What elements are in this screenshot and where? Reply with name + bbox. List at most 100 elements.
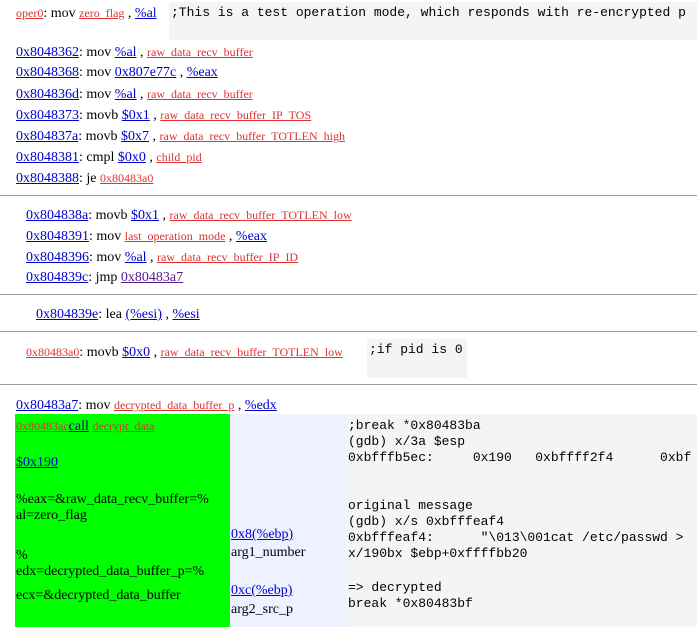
asm-line: 0x8048396: mov %al , raw_data_recv_buffe… xyxy=(26,250,299,265)
top-comment: ;This is a test operation mode, which re… xyxy=(169,2,697,40)
note1-line2: al=zero_flag xyxy=(16,508,87,523)
addr-link[interactable]: 0x8048388 xyxy=(16,171,79,186)
gdb-line: break *0x80483bf xyxy=(348,596,473,611)
arg1-link[interactable]: 0x807e77c xyxy=(115,65,176,80)
divider-1 xyxy=(0,195,697,196)
call-keyword-link[interactable]: call xyxy=(69,419,89,434)
arg2-link[interactable]: raw_data_recv_buffer_IP_ID xyxy=(157,250,298,264)
asm-line: 0x80483a0: movb $0x0 , raw_data_recv_buf… xyxy=(26,345,343,360)
call-target-link[interactable]: decrypt_data xyxy=(92,419,154,433)
opcode: lea xyxy=(105,307,122,322)
gdb-line: 0xbfffeaf4: "\013\001cat /etc/passwd > xyxy=(348,530,684,545)
arg2-link[interactable]: raw_data_recv_buffer xyxy=(147,45,253,59)
addr-link[interactable]: 0x804837a xyxy=(16,129,78,144)
arg1-link[interactable]: 0x80483a7 xyxy=(121,270,183,285)
addr-link[interactable]: 0x804839c xyxy=(26,270,88,285)
asm-line: 0x80483a7: mov decrypted_data_buffer_p ,… xyxy=(16,398,277,413)
addr-link[interactable]: 0x804838a xyxy=(26,208,88,223)
opcode: jmp xyxy=(95,270,118,285)
addr-link[interactable]: 0x804839e xyxy=(36,307,98,322)
note1-line1: %eax=&raw_data_recv_buffer=% xyxy=(16,492,209,507)
asm-line: 0x8048391: mov last_operation_mode , %ea… xyxy=(26,229,268,244)
top-arg2[interactable]: %al xyxy=(135,6,157,21)
arg2-link[interactable]: raw_data_recv_buffer xyxy=(147,87,253,101)
addr-link[interactable]: 0x8048362 xyxy=(16,45,79,60)
arg2-link[interactable]: raw_data_recv_buffer_TOTLEN_low xyxy=(170,208,352,222)
opcode: movb xyxy=(86,108,119,123)
addr-link[interactable]: 0x80483a0 xyxy=(26,345,79,359)
arg1-link[interactable]: last_operation_mode xyxy=(125,229,226,243)
opcode: mov xyxy=(96,229,122,244)
opcode: cmpl xyxy=(86,150,115,165)
addr-link[interactable]: 0x8048368 xyxy=(16,65,79,80)
arg1-link[interactable]: $0x1 xyxy=(131,208,159,223)
arg2-offset-line: 0xc(%ebp) xyxy=(231,582,292,600)
pid-comment: ;if pid is 0 xyxy=(367,339,467,378)
arg1-link[interactable]: 0x80483a0 xyxy=(100,171,153,185)
gdb-line: x/190bx $ebp+0xffffbb20 xyxy=(348,546,528,561)
divider-3 xyxy=(0,331,697,332)
arg1-offset-line: 0x8(%ebp) xyxy=(231,526,293,544)
opcode: je xyxy=(86,171,97,186)
arg2-link[interactable]: raw_data_recv_buffer_TOTLEN_high xyxy=(160,129,346,143)
note2-line1: % xyxy=(16,548,28,563)
asm-line: 0x804838a: movb $0x1 , raw_data_recv_buf… xyxy=(26,208,352,223)
note2-line3: ecx=&decrypted_data_buffer xyxy=(16,588,181,603)
asm-line: 0x804837a: movb $0x7 , raw_data_recv_buf… xyxy=(16,129,346,144)
size-link[interactable]: $0x190 xyxy=(16,455,58,470)
opcode: movb xyxy=(85,129,118,144)
top-arg1[interactable]: zero_flag xyxy=(79,6,124,20)
opcode: mov xyxy=(86,87,112,102)
arg2-link[interactable]: %eax xyxy=(236,229,267,244)
arg2-link[interactable]: %eax xyxy=(187,65,218,80)
addr-link[interactable]: 0x80483a7 xyxy=(16,398,78,413)
arg2-name: arg2_src_p xyxy=(231,602,293,617)
arg1-link[interactable]: $0x0 xyxy=(118,150,146,165)
addr-link[interactable]: 0x8048381 xyxy=(16,150,79,165)
divider-4 xyxy=(0,384,697,385)
arg2-link[interactable]: child_pid xyxy=(156,150,201,164)
asm-line: 0x8048373: movb $0x1 , raw_data_recv_buf… xyxy=(16,108,312,123)
arg1-link[interactable]: decrypted_data_buffer_p xyxy=(114,398,234,412)
arg1-link[interactable]: $0x7 xyxy=(121,129,149,144)
opcode: mov xyxy=(96,250,122,265)
addr-link[interactable]: 0x8048391 xyxy=(26,229,89,244)
arg2-link[interactable]: %edx xyxy=(245,398,277,413)
args-cell: 0x8(%ebp) arg1_number 0xc(%ebp) arg2_src… xyxy=(230,414,346,627)
addr-link[interactable]: 0x8048396 xyxy=(26,250,89,265)
arg1-link[interactable]: %al xyxy=(115,87,137,102)
divider-2 xyxy=(0,294,697,295)
arg2-link[interactable]: raw_data_recv_buffer_IP_TOS xyxy=(160,108,311,122)
gdb-line: => decrypted xyxy=(348,580,442,595)
arg1-link[interactable]: %al xyxy=(115,45,137,60)
arg2-link[interactable]: raw_data_recv_buffer_TOTLEN_low xyxy=(161,345,343,359)
arg1-link[interactable]: %al xyxy=(125,250,147,265)
arg1-name: arg1_number xyxy=(231,545,306,560)
addr-link[interactable]: 0x8048373 xyxy=(16,108,79,123)
opcode: mov xyxy=(86,65,112,80)
addr-link[interactable]: 0x804836d xyxy=(16,87,79,102)
asm-line: 0x804839c: jmp 0x80483a7 xyxy=(26,270,184,285)
arg1-offset-link[interactable]: 0x8(%ebp) xyxy=(231,527,293,542)
gdb-line: (gdb) x/3a $esp xyxy=(348,434,466,449)
gdb-line: original message xyxy=(348,498,473,513)
call-addr-link[interactable]: 0x80483ac xyxy=(16,419,69,433)
gdb-line: (gdb) x/s 0xbfffeaf4 xyxy=(348,514,505,529)
arg1-link[interactable]: $0x0 xyxy=(122,345,150,360)
gdb-line: ;break *0x80483ba xyxy=(348,418,481,433)
opcode: movb xyxy=(86,345,119,360)
gdb-cell: ;break *0x80483ba (gdb) x/3a $esp 0xbfff… xyxy=(346,414,697,627)
arg1-link[interactable]: $0x1 xyxy=(122,108,150,123)
asm-line: 0x8048368: mov 0x807e77c , %eax xyxy=(16,65,218,80)
top-line: oper0: mov zero_flag , %al xyxy=(16,4,157,23)
asm-line: 0x804836d: mov %al , raw_data_recv_buffe… xyxy=(16,87,253,102)
opcode: movb xyxy=(95,208,128,223)
arg2-offset-link[interactable]: 0xc(%ebp) xyxy=(231,583,292,598)
oper0-label[interactable]: oper0 xyxy=(16,6,43,20)
arg2-link[interactable]: %esi xyxy=(172,307,199,322)
gdb-line: 0xbfffb5ec: 0x190 0xbffff2f4 0xbf xyxy=(348,450,692,465)
arg1-link[interactable]: (%esi) xyxy=(125,307,162,322)
call-cell: 0x80483accall decrypt_data $0x190 %eax=&… xyxy=(15,414,230,627)
asm-line: 0x8048388: je 0x80483a0 xyxy=(16,171,154,186)
asm-line: 0x8048362: mov %al , raw_data_recv_buffe… xyxy=(16,45,253,60)
